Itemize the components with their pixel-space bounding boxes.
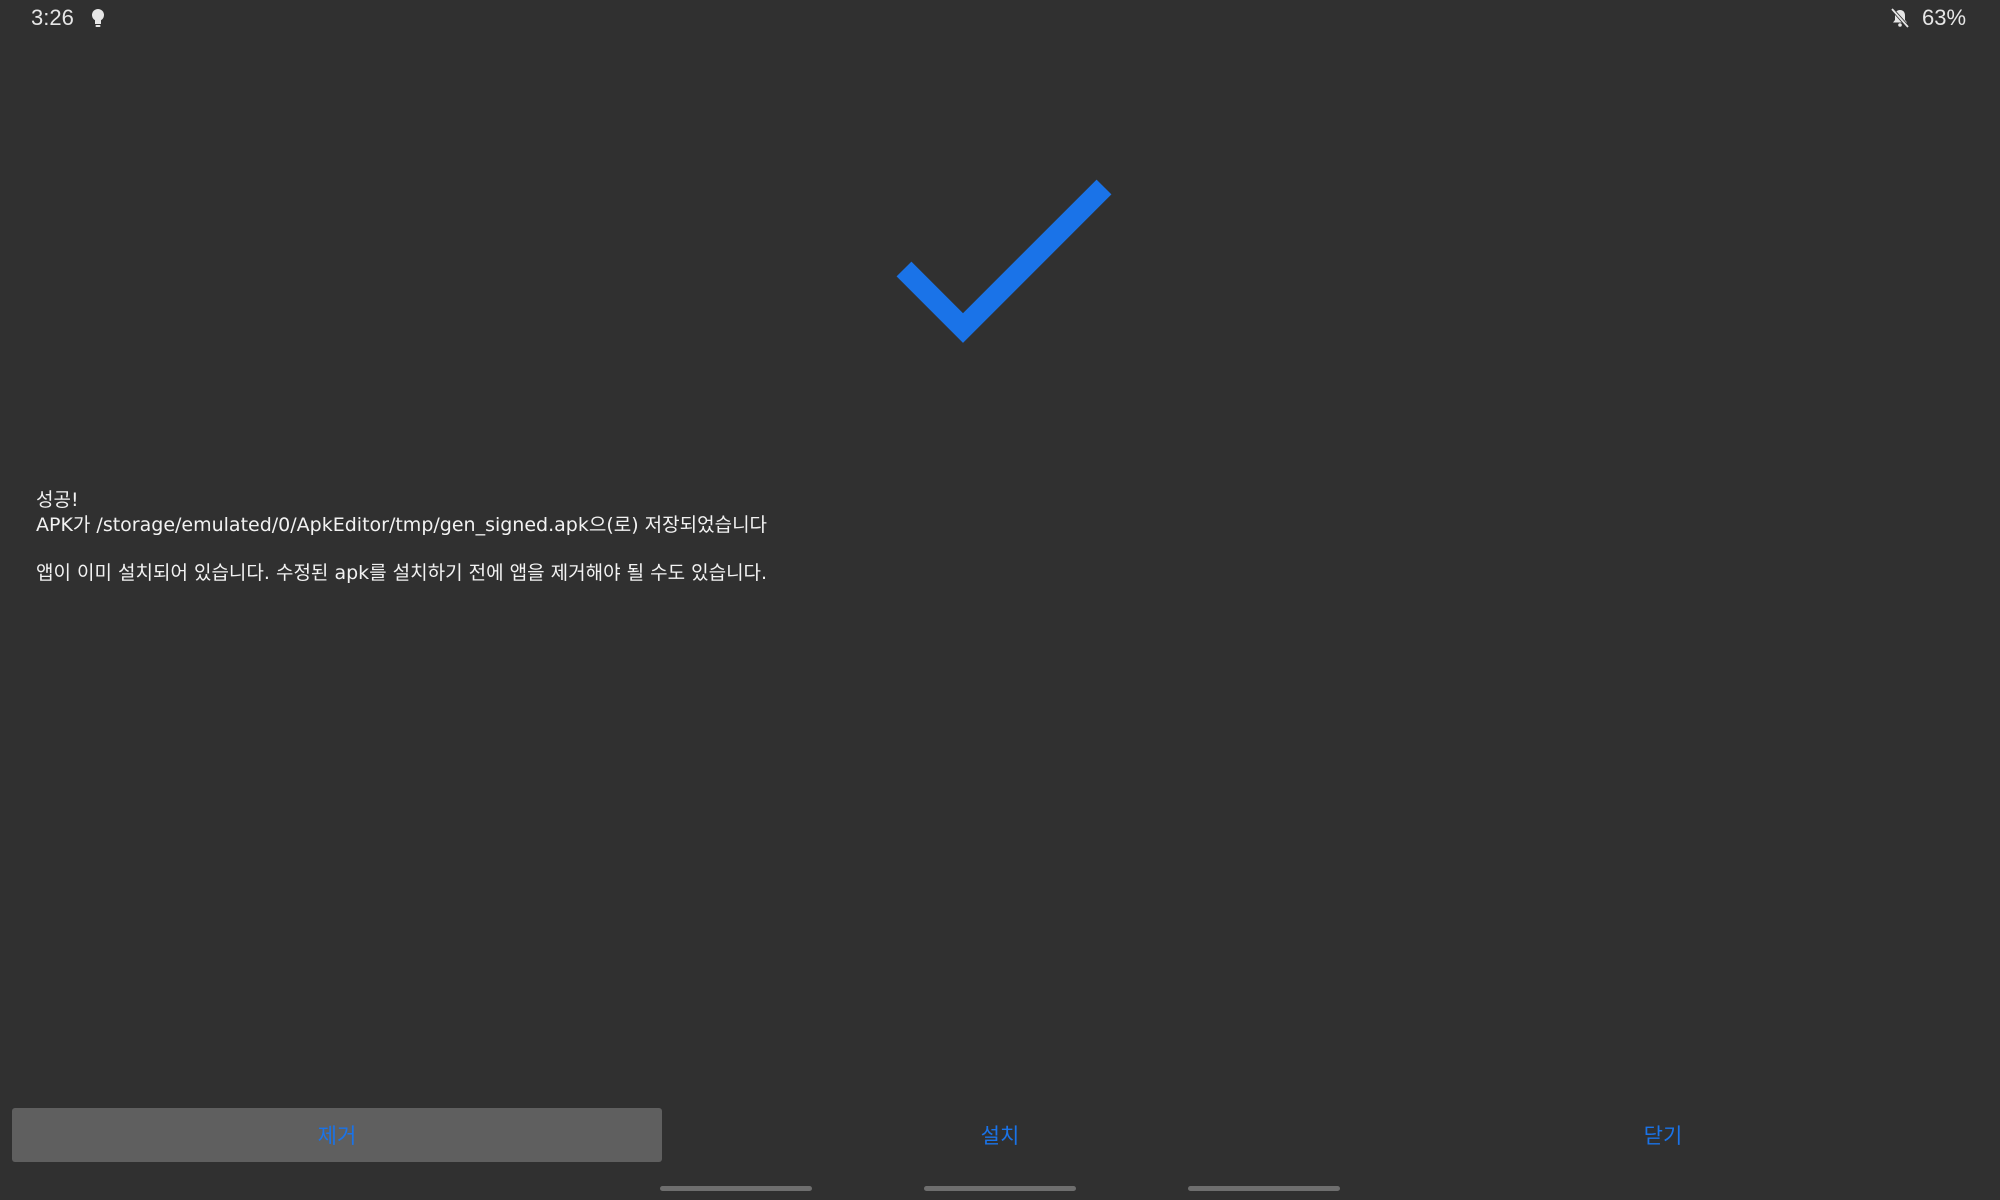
- nav-handle-right: [1188, 1186, 1340, 1191]
- success-title: 성공!: [36, 489, 79, 511]
- nav-handle-left: [660, 1186, 812, 1191]
- battery-level: 63%: [1922, 5, 1967, 30]
- install-button[interactable]: 설치: [675, 1108, 1325, 1162]
- close-button[interactable]: 닫기: [1338, 1108, 1988, 1162]
- dialog-actions: 제거 설치 닫기: [12, 1108, 1988, 1162]
- saved-path-text: APK가 /storage/emulated/0/ApkEditor/tmp/g…: [36, 514, 768, 536]
- status-time: 3:26: [31, 5, 74, 30]
- status-bar: 3:26 63%: [0, 0, 2000, 40]
- already-installed-note: 앱이 이미 설치되어 있습니다. 수정된 apk를 설치하기 전에 앱을 제거해…: [36, 562, 768, 584]
- lightbulb-icon: [88, 7, 108, 29]
- nav-handle-center: [924, 1186, 1076, 1191]
- navigation-handles: [0, 1186, 2000, 1192]
- result-message: 성공! APK가 /storage/emulated/0/ApkEditor/t…: [36, 488, 767, 586]
- remove-button[interactable]: 제거: [12, 1108, 662, 1162]
- checkmark-icon: [890, 178, 1116, 352]
- mute-icon: [1888, 6, 1912, 30]
